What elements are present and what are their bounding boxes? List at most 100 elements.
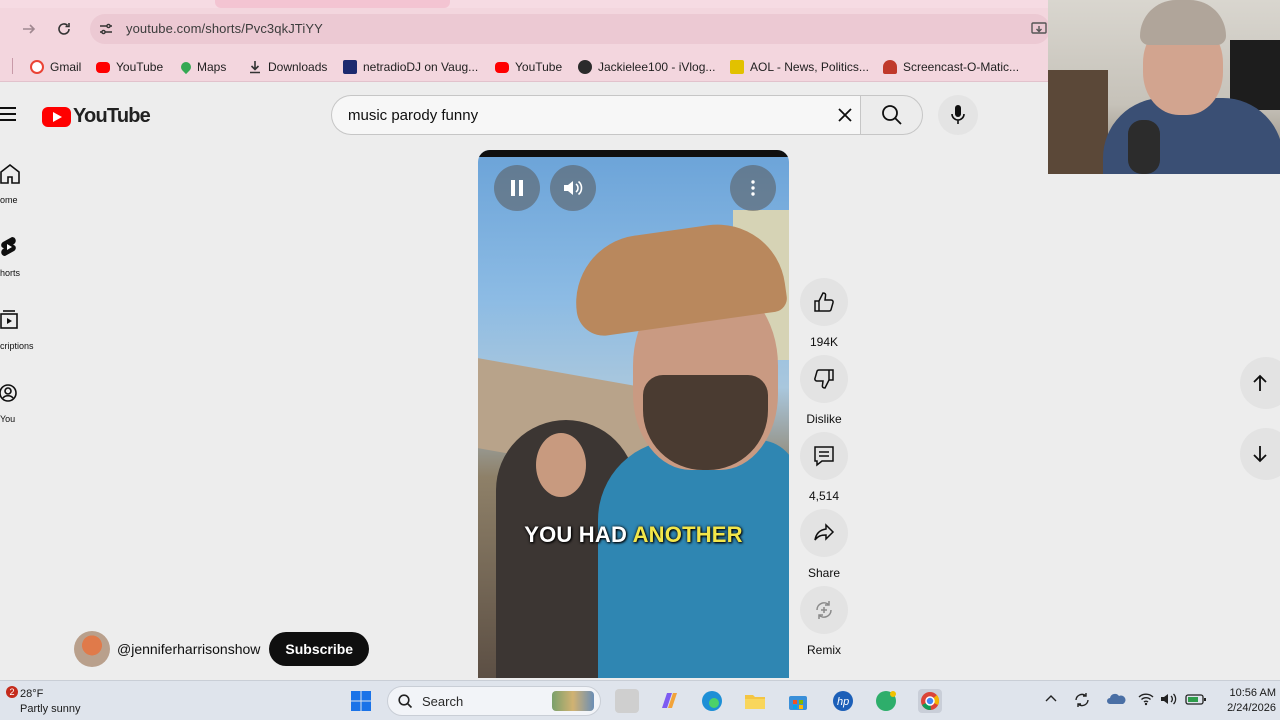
youtube-play-icon bbox=[42, 106, 71, 127]
address-bar-row: youtube.com/shorts/Pvc3qkJTiYY bbox=[0, 8, 1050, 50]
url-text[interactable]: youtube.com/shorts/Pvc3qkJTiYY bbox=[126, 21, 323, 36]
like-count: 194K bbox=[809, 335, 839, 349]
windows-logo-icon bbox=[351, 691, 371, 711]
clock-date: 2/24/2026 bbox=[1227, 702, 1276, 714]
screencast-icon bbox=[883, 60, 897, 74]
youtube-icon bbox=[96, 61, 110, 73]
system-clock[interactable]: 10:56 AM 2/24/2026 bbox=[1216, 686, 1276, 716]
site-info-icon[interactable] bbox=[98, 21, 114, 37]
menu-icon[interactable] bbox=[0, 107, 16, 121]
bookmark-aol[interactable]: AOL - News, Politics... bbox=[730, 58, 869, 76]
onedrive-icon[interactable] bbox=[1106, 692, 1126, 709]
youtube-logo[interactable]: YouTube bbox=[42, 105, 151, 128]
voice-search-button[interactable] bbox=[938, 95, 978, 135]
sidebar-item-home[interactable]: ome bbox=[0, 163, 44, 223]
store-icon[interactable] bbox=[786, 689, 810, 713]
sidebar-item-you[interactable]: You bbox=[0, 382, 44, 442]
wifi-icon[interactable] bbox=[1138, 692, 1154, 709]
home-icon bbox=[0, 163, 20, 184]
next-short-button[interactable] bbox=[1240, 428, 1280, 480]
shorts-video-player[interactable]: YOU HAD ANOTHER bbox=[478, 150, 789, 678]
copilot-icon[interactable] bbox=[657, 689, 681, 713]
bookmarks-bar: Gmail YouTube Maps Downloads netradioDJ … bbox=[0, 50, 1048, 82]
remix-button[interactable] bbox=[800, 586, 848, 634]
sync-icon[interactable] bbox=[1073, 692, 1091, 711]
search-icon bbox=[398, 694, 413, 709]
channel-avatar-icon bbox=[578, 60, 592, 74]
channel-avatar[interactable] bbox=[74, 631, 110, 667]
taskbar-search[interactable]: Search bbox=[387, 686, 601, 716]
search-input[interactable]: music parody funny bbox=[331, 95, 860, 135]
dislike-label: Dislike bbox=[806, 412, 842, 426]
start-button[interactable] bbox=[349, 689, 373, 713]
previous-short-button[interactable] bbox=[1240, 357, 1280, 409]
forward-icon[interactable] bbox=[18, 18, 40, 40]
chrome-icon[interactable] bbox=[918, 689, 942, 713]
install-app-icon[interactable] bbox=[1030, 20, 1048, 38]
more-options-button[interactable] bbox=[730, 165, 776, 211]
battery-icon[interactable] bbox=[1185, 692, 1207, 709]
share-action: Share bbox=[800, 509, 848, 580]
search-query[interactable]: music parody funny bbox=[348, 107, 478, 124]
bookmark-jackielee[interactable]: Jackielee100 - iVlog... bbox=[578, 58, 715, 76]
bookmark-youtube[interactable]: YouTube bbox=[96, 58, 163, 76]
video-scene-woman-face bbox=[536, 433, 586, 497]
search-icon bbox=[881, 105, 902, 125]
clock-time: 10:56 AM bbox=[1229, 687, 1276, 699]
like-button[interactable] bbox=[800, 278, 848, 326]
subscribe-button[interactable]: Subscribe bbox=[269, 632, 370, 666]
remix-label: Remix bbox=[806, 643, 841, 657]
notification-badge: 2 bbox=[6, 686, 18, 698]
hp-icon[interactable]: hp bbox=[831, 689, 855, 713]
file-explorer-icon[interactable] bbox=[743, 689, 767, 713]
channel-handle[interactable]: @jenniferharrisonshow bbox=[117, 641, 260, 657]
pause-button[interactable] bbox=[494, 165, 540, 211]
bookmark-label: Gmail bbox=[50, 60, 82, 74]
share-button[interactable] bbox=[800, 509, 848, 557]
clear-search-icon[interactable] bbox=[836, 106, 854, 124]
volume-button[interactable] bbox=[550, 165, 596, 211]
show-hidden-icons[interactable] bbox=[1045, 692, 1057, 706]
comment-icon bbox=[814, 446, 834, 467]
bookmark-maps[interactable]: Maps bbox=[178, 58, 226, 76]
sidebar-label: You bbox=[0, 414, 16, 424]
aol-icon bbox=[730, 60, 744, 74]
thumbs-down-icon bbox=[814, 369, 834, 389]
comment-count: 4,514 bbox=[808, 489, 840, 503]
tab-strip bbox=[0, 0, 1048, 8]
webcam-bookshelf bbox=[1048, 70, 1108, 174]
share-icon bbox=[814, 523, 835, 541]
remix-action: Remix bbox=[800, 586, 848, 657]
edge-icon[interactable] bbox=[700, 689, 724, 713]
active-tab[interactable] bbox=[215, 0, 450, 8]
download-icon bbox=[248, 60, 262, 74]
bookmark-gmail[interactable]: Gmail bbox=[30, 58, 81, 76]
google-icon bbox=[30, 60, 44, 74]
reload-icon[interactable] bbox=[53, 18, 75, 40]
video-caption: YOU HAD ANOTHER bbox=[478, 522, 789, 548]
help-icon[interactable] bbox=[874, 689, 898, 713]
weather-temperature: 28°F bbox=[20, 688, 44, 700]
netradio-icon bbox=[343, 60, 357, 74]
maps-pin-icon bbox=[178, 59, 194, 75]
remix-icon bbox=[816, 601, 832, 619]
bookmark-youtube-2[interactable]: YouTube bbox=[495, 58, 562, 76]
youtube-logo-text: YouTube bbox=[73, 105, 151, 127]
sidebar-label: horts bbox=[0, 268, 21, 278]
comments-button[interactable] bbox=[800, 432, 848, 480]
bookmark-screencast[interactable]: Screencast-O-Matic... bbox=[883, 58, 1019, 76]
bookmark-downloads[interactable]: Downloads bbox=[248, 58, 327, 76]
search-button[interactable] bbox=[860, 95, 923, 135]
channel-info: @jenniferharrisonshow Subscribe bbox=[74, 631, 370, 667]
sidebar-item-shorts[interactable]: horts bbox=[0, 236, 44, 296]
dislike-button[interactable] bbox=[800, 355, 848, 403]
omnibox[interactable]: youtube.com/shorts/Pvc3qkJTiYY bbox=[90, 14, 1050, 44]
bookmark-netradiodj[interactable]: netradioDJ on Vaug... bbox=[343, 58, 478, 76]
like-action: 194K bbox=[800, 278, 848, 349]
sidebar-item-subscriptions[interactable]: criptions bbox=[0, 309, 44, 369]
sidebar-label: criptions bbox=[0, 341, 34, 351]
volume-icon[interactable] bbox=[1160, 692, 1178, 709]
svg-text:hp: hp bbox=[837, 696, 849, 708]
task-view-icon[interactable] bbox=[615, 689, 639, 713]
thumbs-up-icon bbox=[814, 292, 834, 312]
